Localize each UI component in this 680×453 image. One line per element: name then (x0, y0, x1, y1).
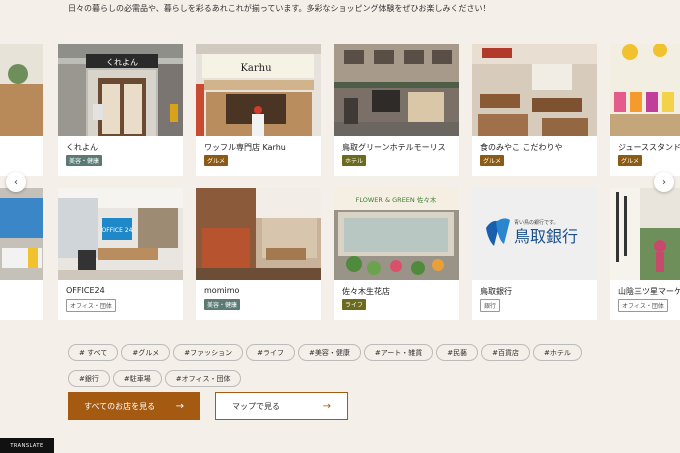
filter-tag-gourmet[interactable]: #グルメ (121, 344, 171, 361)
store-photo: Karhu (196, 44, 321, 136)
store-card-sasaki-florist[interactable]: FLOWER & GREEN 佐々木 佐々木生花店 ライフ (334, 188, 459, 320)
store-name: 鳥取銀行 (480, 287, 512, 296)
filter-tag-beauty-health[interactable]: #美容・健康 (297, 344, 361, 361)
store-photo (196, 188, 321, 280)
view-map-button[interactable]: マップで見る → (215, 392, 348, 420)
flower-sign-text: FLOWER & GREEN 佐々木 (356, 195, 437, 204)
store-card-kureyon[interactable]: くれよん くれよん 美容・健康 (58, 44, 183, 176)
filter-tag-fashion[interactable]: #ファッション (173, 344, 244, 361)
bank-tagline: 青い鳥の銀行です。 (514, 219, 559, 226)
filter-tag-hotel[interactable]: #ホテル (533, 344, 582, 361)
category-filter-list: # すべて #グルメ #ファッション #ライフ #美容・健康 #アート・雑貨 #民藝 #百貨店… (68, 340, 628, 392)
filter-tag-all[interactable]: # すべて (68, 344, 119, 361)
store-carousel-row-2: OFFICE 24 OFFICE24 オフィス・団体 momimo 美容・健康 (0, 188, 680, 320)
store-photo (0, 188, 43, 280)
store-photo (334, 44, 459, 136)
store-name: くれよん (66, 143, 98, 152)
category-tag: 銀行 (480, 299, 501, 312)
category-tag: ホテル (342, 155, 367, 166)
store-photo (0, 44, 43, 136)
kureyon-sign-text: くれよん (106, 58, 138, 67)
store-name: ワッフル専門店 Karhu (204, 143, 286, 152)
category-tag: オフィス・団体 (66, 299, 116, 312)
store-name: 食のみやこ こだわりや (480, 143, 563, 152)
category-tag: グルメ (618, 155, 643, 166)
office-sign-text: OFFICE 24 (102, 227, 133, 234)
store-name: 山陰三ツ星マーケッ (618, 287, 680, 296)
filter-tag-bank[interactable]: #銀行 (68, 370, 110, 387)
store-name: OFFICE24 (66, 286, 105, 295)
category-tag: グルメ (204, 155, 229, 166)
store-card-juice-stand[interactable]: ジューススタンド& グルメ (610, 44, 680, 176)
store-carousel-row-1: くれよん くれよん 美容・健康 Karhu ワッフル専門店 Karhu グルメ … (0, 44, 680, 176)
carousel-prev-button[interactable]: ‹ (6, 172, 26, 192)
karhu-sign-text: Karhu (240, 63, 272, 74)
category-tag: 美容・健康 (66, 155, 103, 166)
view-map-label: マップで見る (232, 401, 280, 411)
store-photo (610, 44, 680, 136)
chevron-right-icon: › (662, 176, 666, 188)
store-name: 佐々木生花店 (342, 287, 390, 296)
store-photo: OFFICE 24 (58, 188, 183, 280)
filter-tag-life[interactable]: #ライフ (246, 344, 295, 361)
intro-text: 日々の暮らしの必需品や、暮らしを彩るあれこれが揃っています。多彩なショッピング体… (68, 4, 491, 13)
store-card-partial-left[interactable] (0, 44, 43, 176)
store-name: 鳥取グリーンホテルモーリス (342, 143, 446, 152)
store-card-sanin-market[interactable]: 山陰三ツ星マーケッ オフィス・団体 (610, 188, 680, 320)
filter-tag-department-store[interactable]: #百貨店 (481, 344, 531, 361)
filter-tag-parking[interactable]: #駐車場 (112, 370, 162, 387)
store-card-hotel-maurice[interactable]: 鳥取グリーンホテルモーリス ホテル (334, 44, 459, 176)
category-tag: 美容・健康 (204, 299, 241, 310)
store-card-office24[interactable]: OFFICE 24 OFFICE24 オフィス・団体 (58, 188, 183, 320)
store-card-momimo[interactable]: momimo 美容・健康 (196, 188, 321, 320)
filter-tag-office-group[interactable]: #オフィス・団体 (164, 370, 242, 387)
view-all-stores-button[interactable]: すべてのお店を見る → (68, 392, 200, 420)
store-photo (472, 44, 597, 136)
category-tag: グルメ (480, 155, 505, 166)
filter-tag-folk-craft[interactable]: #民藝 (436, 344, 479, 361)
store-photo (610, 188, 680, 280)
store-photo: 青い鳥の銀行です。 鳥取銀行 (472, 188, 597, 280)
category-tag: オフィス・団体 (618, 299, 668, 312)
filter-tag-art-goods[interactable]: #アート・雑貨 (363, 344, 434, 361)
store-card-tottori-bank[interactable]: 青い鳥の銀行です。 鳥取銀行 鳥取銀行 銀行 (472, 188, 597, 320)
store-photo: FLOWER & GREEN 佐々木 (334, 188, 459, 280)
store-name: momimo (204, 286, 240, 295)
arrow-right-icon: → (175, 400, 184, 412)
chevron-left-icon: ‹ (14, 176, 18, 188)
view-all-stores-label: すべてのお店を見る (84, 401, 156, 411)
store-name: ジューススタンド& (618, 143, 680, 152)
store-card-kodawariya[interactable]: 食のみやこ こだわりや グルメ (472, 44, 597, 176)
store-card-karhu[interactable]: Karhu ワッフル専門店 Karhu グルメ (196, 44, 321, 176)
translate-button[interactable]: TRANSLATE (0, 438, 54, 453)
store-photo: くれよん (58, 44, 183, 136)
store-card-partial-left[interactable] (0, 188, 43, 320)
carousel-next-button[interactable]: › (654, 172, 674, 192)
category-tag: ライフ (342, 299, 367, 310)
bank-wordmark: 鳥取銀行 (514, 227, 578, 246)
arrow-right-icon: → (322, 400, 331, 412)
